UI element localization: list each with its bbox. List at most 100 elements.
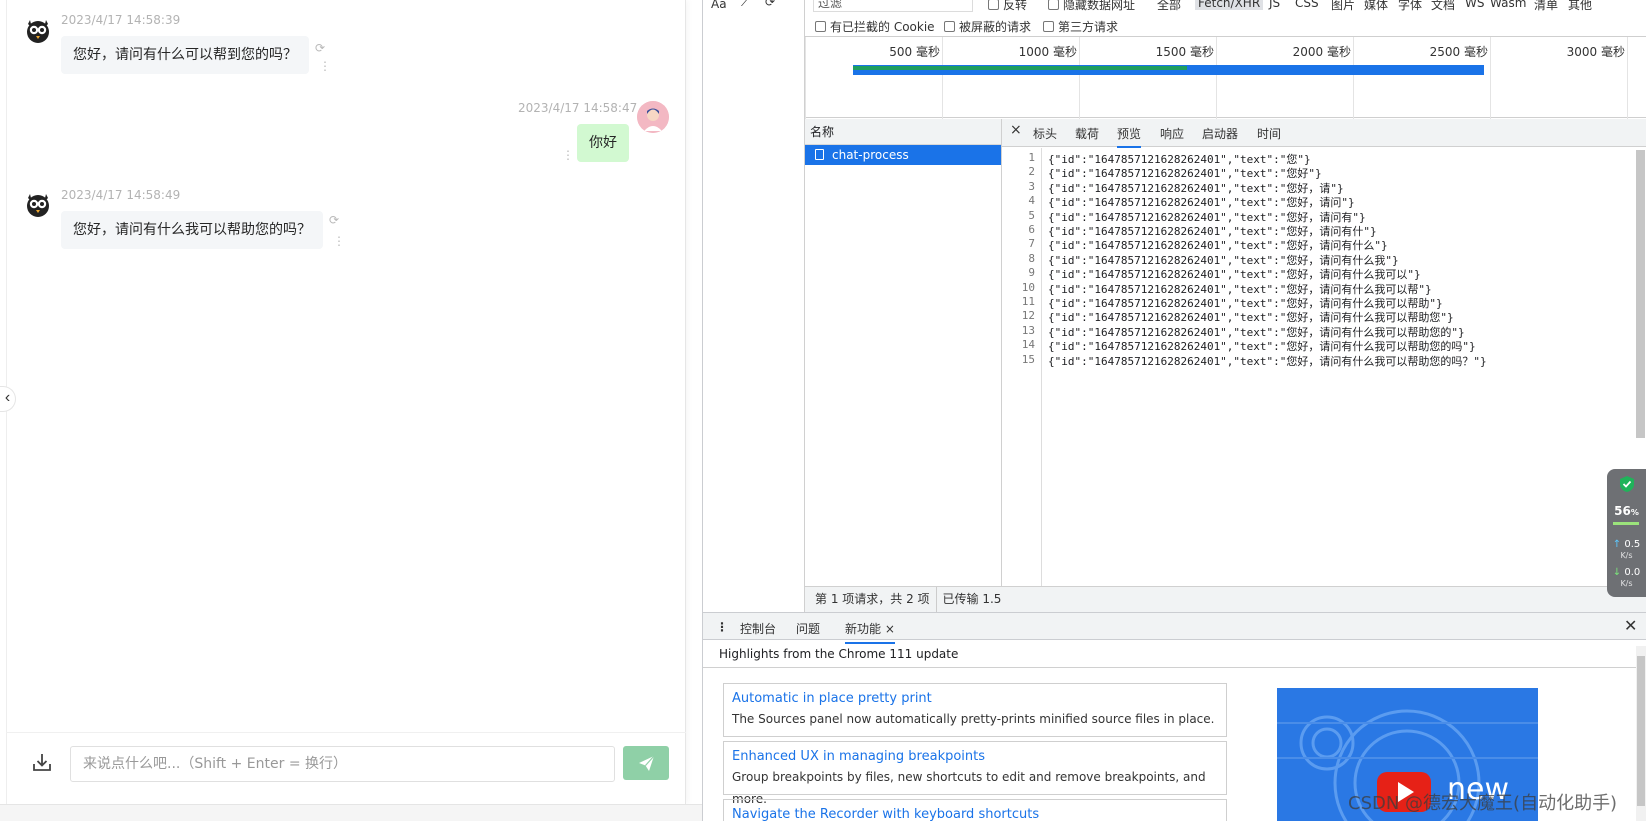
request-summary: 第 1 项请求，共 2 项已传输 1.5 (805, 586, 1002, 612)
memory-bar (1613, 522, 1639, 525)
timeline-gridline (1216, 37, 1217, 119)
tab-initiator[interactable]: 启动器 (1202, 125, 1238, 142)
devtools-side-panel: Aa ⟋ ⟳ (703, 0, 805, 612)
unit-label: K/s (1620, 551, 1633, 560)
bot-avatar (27, 194, 49, 217)
filter-checkbox-row: 有已拦截的 Cookie 被屏蔽的请求 第三方请求 (805, 16, 1646, 36)
network-overview-timeline[interactable]: 500 毫秒 1000 毫秒 1500 毫秒 2000 毫秒 2500 毫秒 3… (805, 36, 1646, 119)
download-rate: ↓ 0.0 K/s (1607, 567, 1646, 589)
request-list-header[interactable]: 名称 (805, 119, 1001, 145)
reload-icon[interactable]: ⟳ (765, 0, 775, 9)
feature-card[interactable]: Navigate the Recorder with keyboard shor… (723, 799, 1227, 821)
timeline-tick-label: 1000 毫秒 (1018, 45, 1077, 59)
filter-input[interactable]: 过滤 (813, 0, 973, 12)
network-speed-widget[interactable]: 56% ↑ 0.5 K/s ↓ 0.0 K/s (1607, 469, 1646, 597)
checkbox-icon (815, 21, 826, 32)
divider (6, 732, 686, 733)
more-options-icon[interactable]: ⋮ (562, 149, 574, 161)
timeline-gridline (1353, 37, 1354, 119)
filter-invert[interactable]: 反转 (988, 0, 1027, 13)
divider (935, 587, 937, 612)
upload-rate: ↑ 0.5 K/s (1607, 539, 1646, 561)
percent-value: 56 (1614, 504, 1631, 518)
send-icon (639, 755, 655, 771)
line-number: 4 (1028, 194, 1035, 208)
message-time: 2023/4/17 14:58:49 (61, 188, 181, 202)
filter-other[interactable]: 其他 (1568, 0, 1592, 13)
tab-console[interactable]: 控制台 (740, 620, 776, 637)
filter-bar: 过滤 反转 隐藏数据网址 全部 Fetch/XHR JS CSS 图片 媒体 字… (805, 0, 1646, 14)
close-icon[interactable]: × (1010, 122, 1022, 138)
user-avatar-icon (637, 101, 669, 133)
third-party-checkbox[interactable]: 第三方请求 (1043, 18, 1118, 35)
clear-icon[interactable]: ⟋ (741, 0, 749, 10)
feature-title[interactable]: Navigate the Recorder with keyboard shor… (732, 806, 1218, 821)
assistant-message: 您好，请问有什么可以帮到您的吗？ (61, 36, 309, 74)
refresh-icon[interactable]: ⟳ (315, 42, 325, 54)
filter-fetch-xhr[interactable]: Fetch/XHR (1195, 0, 1264, 10)
unit-label: K/s (1620, 579, 1633, 588)
line-number: 10 (1021, 280, 1035, 294)
devtools-panel: Aa ⟋ ⟳ 过滤 反转 隐藏数据网址 全部 Fetch/XHR JS CSS … (702, 0, 1646, 821)
document-icon (815, 149, 824, 160)
download-arrow-icon: ↓ (1612, 567, 1622, 578)
filter-manifest[interactable]: 清单 (1534, 0, 1558, 13)
line-number: 9 (1028, 266, 1035, 280)
request-row[interactable]: chat-process (805, 145, 1001, 165)
chat-input[interactable]: 来说点什么吧...（Shift + Enter = 换行） (70, 746, 615, 782)
download-icon[interactable] (30, 750, 54, 774)
tab-preview[interactable]: 预览 (1117, 125, 1142, 148)
filter-js[interactable]: JS (1269, 0, 1280, 10)
drawer-menu-icon[interactable]: ⋮ (716, 620, 728, 634)
refresh-icon[interactable]: ⟳ (329, 214, 339, 226)
filter-hide-data-urls[interactable]: 隐藏数据网址 (1048, 0, 1135, 13)
font-size-button[interactable]: Aa (711, 0, 727, 11)
timeline-gridline (1079, 37, 1080, 119)
timeline-tick-label: 500 毫秒 (889, 45, 940, 59)
collapse-sidebar-button[interactable]: ‹ (0, 386, 16, 412)
filter-wasm[interactable]: Wasm (1490, 0, 1526, 10)
scrollbar[interactable] (1636, 150, 1645, 438)
detail-footer (1002, 586, 1646, 612)
line-number: 1 (1028, 151, 1035, 164)
chat-pane: ‹ 2023/4/17 14:58:39 您好，请问有什么可以帮到您的吗？ ⟳ … (0, 0, 686, 804)
request-list: 名称 chat-process 第 1 项请求，共 2 项已传输 1.5 (805, 119, 1002, 612)
more-options-icon[interactable]: ⋮ (333, 235, 345, 247)
tab-headers[interactable]: 标头 (1033, 125, 1057, 142)
tab-issues[interactable]: 问题 (796, 620, 820, 637)
filter-css[interactable]: CSS (1295, 0, 1319, 10)
filter-font[interactable]: 字体 (1398, 0, 1422, 13)
detail-tab-bar: × 标头 载荷 预览 响应 启动器 时间 (1002, 119, 1646, 148)
line-number: 11 (1021, 295, 1035, 308)
blocked-cookies-checkbox[interactable]: 有已拦截的 Cookie (815, 18, 935, 35)
feature-card[interactable]: Enhanced UX in managing breakpoints Grou… (723, 741, 1227, 806)
close-icon[interactable]: × (885, 622, 895, 636)
filter-ws[interactable]: WS (1465, 0, 1484, 10)
send-button[interactable] (623, 746, 669, 780)
filter-doc[interactable]: 文档 (1431, 0, 1455, 13)
tab-timing[interactable]: 时间 (1257, 125, 1281, 142)
percent-unit: % (1630, 508, 1639, 517)
feature-card[interactable]: Automatic in place pretty print The Sour… (723, 683, 1227, 737)
line-number: 13 (1021, 323, 1035, 337)
line-number: 2 (1028, 165, 1035, 179)
tab-response[interactable]: 响应 (1160, 125, 1184, 142)
assistant-message: 您好，请问有什么我可以帮助您的吗？ (61, 211, 323, 249)
scrollbar[interactable] (1636, 646, 1646, 821)
tab-payload[interactable]: 载荷 (1075, 125, 1099, 142)
chip-label: 隐藏数据网址 (1063, 0, 1136, 12)
scrollbar-thumb[interactable] (1637, 656, 1645, 806)
preview-code[interactable]: 1 2 3 4 5 6 7 8 9 10 11 12 13 14 15 {"id":"16478571216… (1002, 148, 1646, 586)
feature-title[interactable]: Automatic in place pretty print (732, 690, 1218, 708)
more-options-icon[interactable]: ⋮ (319, 60, 331, 72)
timeline-tick-label: 3000 毫秒 (1566, 45, 1625, 59)
message-time: 2023/4/17 14:58:39 (61, 13, 181, 27)
filter-all[interactable]: 全部 (1157, 0, 1181, 13)
upload-arrow-icon: ↑ (1612, 539, 1622, 550)
filter-img[interactable]: 图片 (1331, 0, 1355, 13)
filter-media[interactable]: 媒体 (1364, 0, 1388, 13)
feature-title[interactable]: Enhanced UX in managing breakpoints (732, 748, 1218, 766)
close-drawer-icon[interactable]: ✕ (1624, 616, 1637, 635)
line-number: 5 (1028, 208, 1035, 222)
blocked-requests-checkbox[interactable]: 被屏蔽的请求 (944, 18, 1031, 35)
